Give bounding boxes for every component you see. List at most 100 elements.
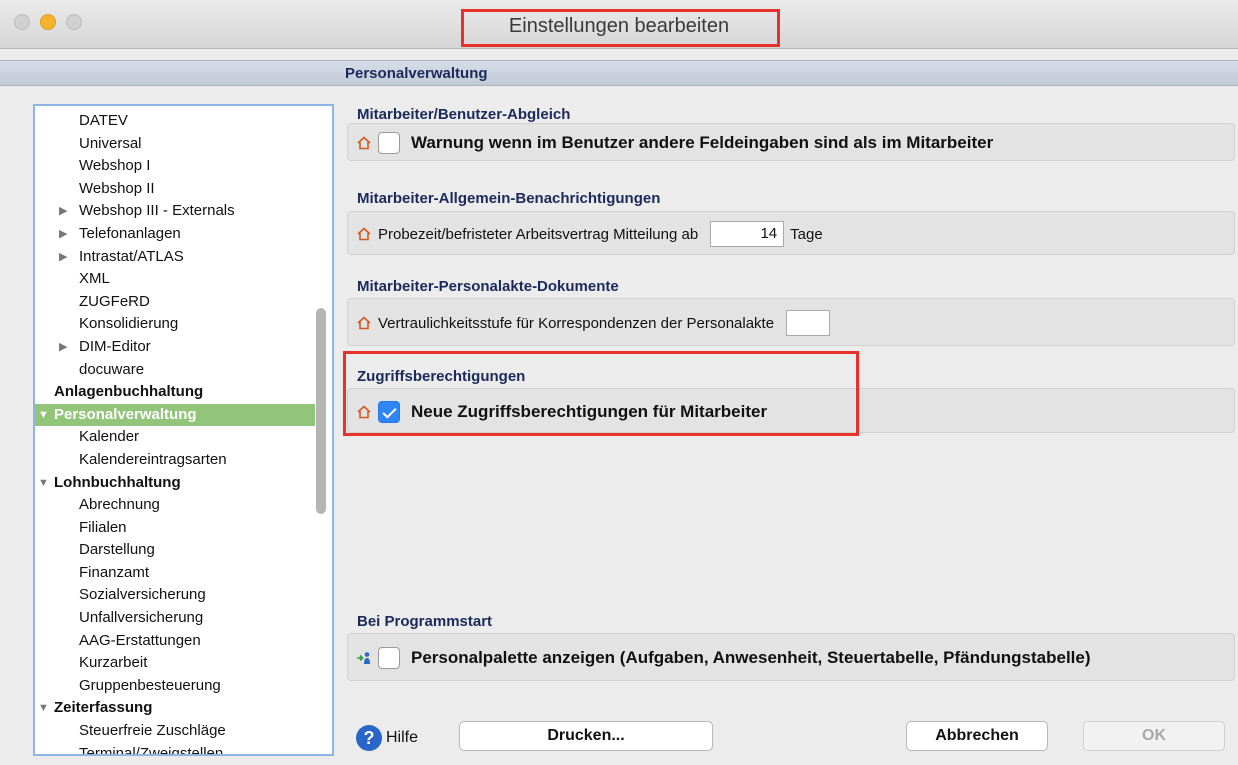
group-title-programmstart: Bei Programmstart: [357, 613, 493, 630]
question-mark-icon: ?: [356, 725, 382, 751]
tree-item-label: Lohnbuchhaltung: [54, 473, 181, 491]
tree-item-label: Intrastat/ATLAS: [79, 247, 184, 265]
tree-item[interactable]: Webshop I: [35, 155, 315, 178]
row-personalpalette: Personalpalette anzeigen (Aufgaben, Anwe…: [356, 634, 1091, 682]
tree-item[interactable]: ZUGFeRD: [35, 291, 315, 314]
tree-item[interactable]: Darstellung: [35, 539, 315, 562]
home-icon[interactable]: [356, 404, 372, 420]
tree-item-label: Webshop I: [79, 157, 151, 175]
row-abgleich: Warnung wenn im Benutzer andere Feldeing…: [356, 124, 993, 162]
tree-item-label: Konsolidierung: [79, 315, 179, 333]
person-arrow-icon[interactable]: [356, 650, 372, 666]
home-icon[interactable]: [356, 135, 372, 151]
tree-list: DATEV Universal Webshop I Webshop II ▶ Websho…: [35, 110, 315, 756]
tree-item-label: Webshop III - Externals: [79, 202, 235, 220]
home-icon[interactable]: [356, 315, 372, 331]
personalpalette-checkbox-label: Personalpalette anzeigen (Aufgaben, Anwe…: [411, 648, 1091, 667]
tree-item[interactable]: Anlagenbuchhaltung: [35, 381, 315, 404]
tree-item-label: DIM-Editor: [79, 337, 151, 355]
tree-item[interactable]: Gruppenbesteuerung: [35, 675, 315, 698]
zugriff-checkbox[interactable]: [378, 400, 400, 423]
vertraulichkeit-label: Vertraulichkeitsstufe für Korrespondenze…: [378, 314, 775, 332]
tree-item-label: Kurzarbeit: [79, 654, 148, 672]
tree-item[interactable]: Kalendereintragsarten: [35, 449, 315, 472]
settings-window: Einstellungen bearbeiten Personalverwalt…: [0, 0, 1238, 765]
section-header-bar: Personalverwaltung: [0, 60, 1238, 86]
probezeit-label: Probezeit/befristeter Arbeitsvertrag Mit…: [378, 225, 699, 243]
tree-item[interactable]: DATEV: [35, 110, 315, 133]
group-title-benachrichtigungen: Mitarbeiter-Allgemein-Benachrichtigungen: [357, 190, 661, 207]
tree-item-label: ZUGFeRD: [79, 292, 150, 310]
tree-item[interactable]: Kurzarbeit: [35, 652, 315, 675]
probezeit-days-input[interactable]: 14: [710, 221, 785, 247]
home-icon[interactable]: [356, 226, 372, 242]
probezeit-unit: Tage: [790, 225, 823, 243]
tree-item[interactable]: ▶ Telefonanlagen: [35, 223, 315, 246]
tree-item[interactable]: XML: [35, 268, 315, 291]
help-label: Hilfe: [386, 729, 419, 746]
tree-item[interactable]: Konsolidierung: [35, 313, 315, 336]
tree-item[interactable]: Universal: [35, 133, 315, 156]
tree-item-label: Sozialversicherung: [79, 586, 206, 604]
tree-item-label: Telefonanlagen: [79, 224, 181, 242]
tree-item[interactable]: Unfallversicherung: [35, 607, 315, 630]
tree-item[interactable]: docuware: [35, 359, 315, 382]
vertraulichkeit-input[interactable]: [786, 310, 831, 336]
tree-item-label: Gruppenbesteuerung: [79, 676, 221, 694]
tree-item-label: Finanzamt: [79, 563, 150, 581]
tree-item-label: DATEV: [79, 112, 128, 129]
ok-button[interactable]: OK: [1083, 721, 1225, 751]
tree-item[interactable]: ▼ Lohnbuchhaltung: [35, 472, 315, 495]
tree-item-label: Webshop II: [79, 179, 155, 197]
tree-item-label: XML: [79, 270, 110, 288]
disclosure-closed-icon[interactable]: ▶: [59, 223, 67, 246]
tree-item[interactable]: Finanzamt: [35, 562, 315, 585]
tree-item-label: Steuerfreie Zuschläge: [79, 722, 226, 740]
row-probezeit: Probezeit/befristeter Arbeitsvertrag Mit…: [356, 212, 823, 256]
tree-item[interactable]: AAG-Erstattungen: [35, 630, 315, 653]
disclosure-closed-icon[interactable]: ▶: [59, 336, 67, 359]
group-box-abgleich: Warnung wenn im Benutzer andere Feldeing…: [347, 123, 1235, 161]
tree-item-label: AAG-Erstattungen: [79, 631, 201, 649]
tree-item[interactable]: Steuerfreie Zuschläge: [35, 720, 315, 743]
group-box-dokumente: Vertraulichkeitsstufe für Korrespondenze…: [347, 298, 1235, 346]
cancel-button[interactable]: Abbrechen: [906, 721, 1048, 751]
tree-item[interactable]: Filialen: [35, 517, 315, 540]
tree-item-label: Universal: [79, 134, 142, 152]
tree-item-label: docuware: [79, 360, 145, 378]
tree-item-label: Zeiterfassung: [54, 699, 153, 717]
tree-item-label: Kalendereintragsarten: [79, 450, 227, 468]
group-box-programmstart: Personalpalette anzeigen (Aufgaben, Anwe…: [347, 633, 1235, 681]
tree-item[interactable]: Webshop II: [35, 178, 315, 201]
settings-tree[interactable]: DATEV Universal Webshop I Webshop II ▶ Websho…: [33, 104, 334, 756]
disclosure-open-icon[interactable]: ▼: [38, 404, 49, 427]
tree-item[interactable]: ▶ Intrastat/ATLAS: [35, 246, 315, 269]
tree-item[interactable]: Abrechnung: [35, 494, 315, 517]
group-box-zugriff: Neue Zugriffsberechtigungen für Mitarbei…: [347, 388, 1235, 433]
disclosure-closed-icon[interactable]: ▶: [59, 200, 67, 223]
print-button[interactable]: Drucken...: [459, 721, 713, 751]
tree-item-label: Abrechnung: [79, 496, 160, 514]
warning-checkbox-label: Warnung wenn im Benutzer andere Feldeing…: [411, 133, 994, 152]
section-title: Personalverwaltung: [345, 65, 488, 82]
tree-item-label: Personalverwaltung: [54, 405, 197, 423]
tree-scrollbar[interactable]: [316, 106, 330, 754]
help-button[interactable]: ? Hilfe: [356, 725, 418, 751]
personalpalette-checkbox[interactable]: [378, 647, 400, 669]
disclosure-open-icon[interactable]: ▼: [38, 697, 49, 720]
tree-item[interactable]: ▶ DIM-Editor: [35, 336, 315, 359]
disclosure-open-icon[interactable]: ▼: [38, 472, 49, 495]
disclosure-closed-icon[interactable]: ▶: [59, 246, 67, 269]
tree-item[interactable]: ▶ Webshop III - Externals: [35, 200, 315, 223]
tree-item[interactable]: Terminal/Zweigstellen: [35, 743, 315, 756]
tree-item[interactable]: ▼ Personalverwaltung: [35, 403, 315, 427]
row-vertraulichkeit: Vertraulichkeitsstufe für Korrespondenze…: [356, 299, 831, 347]
group-title-dokumente: Mitarbeiter-Personalakte-Dokumente: [357, 278, 619, 295]
tree-item[interactable]: Sozialversicherung: [35, 584, 315, 607]
tree-item-label: Terminal/Zweigstellen: [79, 744, 224, 756]
group-box-benachrichtigungen: Probezeit/befristeter Arbeitsvertrag Mit…: [347, 211, 1235, 255]
warning-checkbox[interactable]: [378, 132, 400, 154]
tree-scrollbar-thumb[interactable]: [316, 308, 326, 514]
tree-item[interactable]: Kalender: [35, 426, 315, 449]
tree-item[interactable]: ▼ Zeiterfassung: [35, 697, 315, 720]
